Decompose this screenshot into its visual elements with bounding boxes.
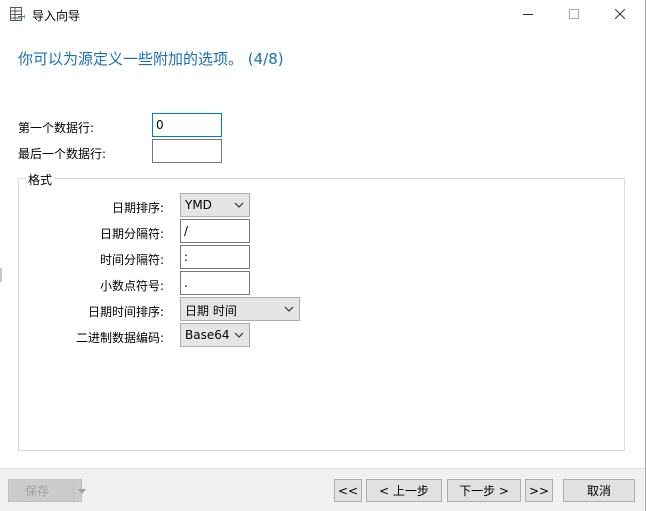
maximize-icon [569,8,579,22]
save-button[interactable]: 保存 [8,479,86,502]
date-order-label: 日期排序: [111,201,164,215]
last-page-button[interactable]: >> [525,479,553,502]
time-separator-label: 时间分隔符: [99,253,164,267]
first-page-button[interactable]: << [334,479,362,502]
minimize-button[interactable] [505,0,551,30]
close-button[interactable] [597,0,643,30]
binary-encoding-select[interactable]: Base64 [180,323,250,347]
save-button-label: 保存 [25,484,50,498]
time-separator-input[interactable]: : [180,245,250,269]
chevron-down-icon [234,199,244,211]
datetime-order-value: 日期 时间 [185,304,237,318]
next-step-label: 下一步 > [459,484,509,498]
page-heading: 你可以为源定义一些附加的选项。 (4/8) [18,50,284,68]
first-data-row-input[interactable]: 0 [152,113,222,137]
chevron-down-icon [284,303,294,315]
date-order-value: YMD [185,198,212,212]
next-step-button[interactable]: 下一步 > [447,479,521,502]
datetime-order-label: 日期时间排序: [87,305,164,319]
decimal-symbol-input[interactable]: . [180,271,250,295]
date-separator-input[interactable]: / [180,219,250,243]
maximize-button[interactable] [551,0,597,30]
minimize-icon [523,8,533,22]
chevron-down-icon[interactable] [73,481,90,500]
close-icon [614,8,626,22]
title-bar[interactable]: 导入向导 [0,0,645,30]
datetime-order-select[interactable]: 日期 时间 [180,297,300,321]
cancel-button[interactable]: 取消 [563,479,635,502]
date-order-select[interactable]: YMD [180,193,250,217]
previous-step-label: < 上一步 [379,484,429,498]
binary-encoding-label: 二进制数据编码: [75,331,164,345]
last-page-label: >> [528,483,550,498]
last-data-row-label: 最后一个数据行: [18,147,107,161]
wizard-footer: 保存 << < 上一步 下一步 > >> 取消 [0,468,645,511]
window-edge-marker [0,268,2,282]
first-data-row-label: 第一个数据行: [18,121,95,135]
last-data-row-input[interactable] [152,139,222,163]
import-table-icon [9,6,25,22]
decimal-symbol-label: 小数点符号: [99,279,164,293]
first-page-label: << [337,483,359,498]
chevron-down-icon [234,329,244,341]
previous-step-button[interactable]: < 上一步 [366,479,442,502]
date-separator-label: 日期分隔符: [99,227,164,241]
binary-encoding-value: Base64 [185,328,230,342]
format-group-title: 格式 [26,171,55,188]
window-title: 导入向导 [32,9,81,23]
cancel-button-label: 取消 [586,484,611,498]
import-wizard-window: 导入向导 你可以为源定义一些附加的选项。 (4/8) 第一个数据行: 0 最后一… [0,0,646,511]
